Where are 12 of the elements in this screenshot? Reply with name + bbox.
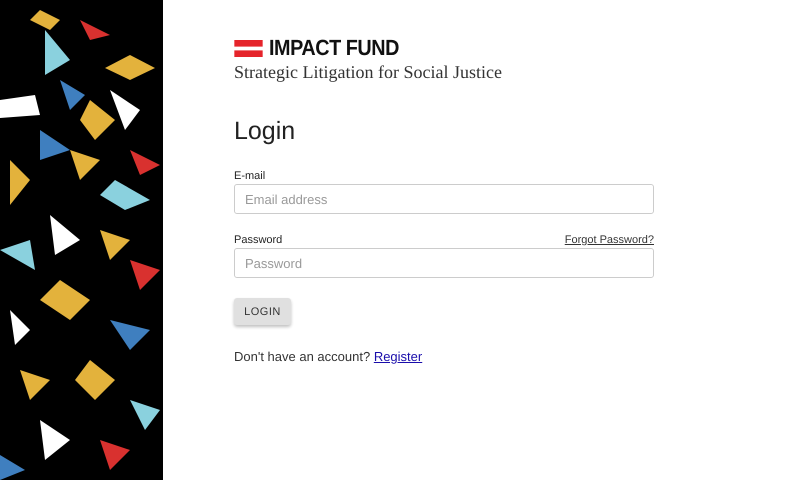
logo-name: IMPACT FUND <box>269 35 399 61</box>
login-button[interactable]: LOGIN <box>234 298 291 325</box>
field-label: Password <box>234 234 282 246</box>
input-field[interactable]: Password <box>234 248 654 278</box>
logo-tagline: Strategic Litigation for Social Justice <box>234 62 503 83</box>
register-prompt: Don't have an account? Register <box>234 349 424 364</box>
logo-stripes-icon <box>234 40 263 56</box>
forgot-password-link[interactable]: Forgot Password? <box>564 234 654 246</box>
page-heading: Login <box>234 117 296 146</box>
field-label: E-mail <box>234 170 266 182</box>
register-link[interactable]: Register <box>374 349 422 364</box>
input-field[interactable]: Email address <box>234 184 654 214</box>
